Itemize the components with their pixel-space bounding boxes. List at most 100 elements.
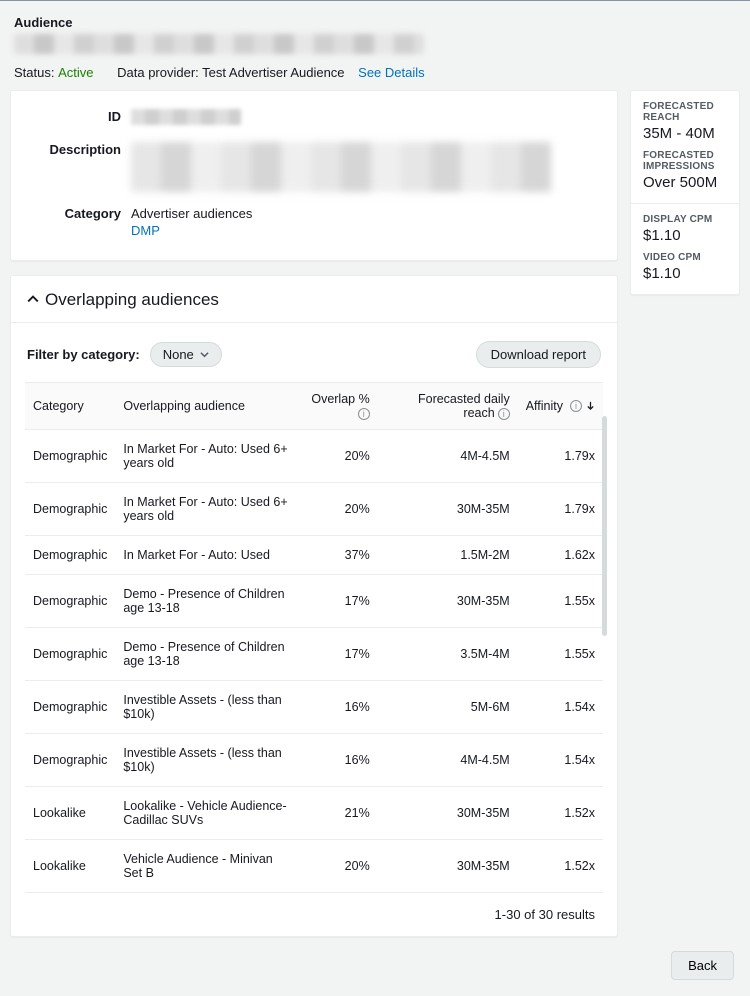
scrollbar[interactable] (602, 416, 607, 636)
cell-audience: In Market For - Auto: Used 6+ years old (115, 430, 297, 483)
audience-label: Audience (14, 15, 736, 30)
table-row[interactable]: DemographicIn Market For - Auto: Used37%… (25, 536, 603, 575)
cell-reach: 3.5M-4M (378, 628, 518, 681)
col-overlap[interactable]: Overlap %i (298, 383, 378, 430)
category-sub-link[interactable]: DMP (131, 223, 597, 238)
table-row[interactable]: DemographicDemo - Presence of Children a… (25, 628, 603, 681)
overlapping-audiences-card: Overlapping audiences Filter by category… (10, 275, 618, 937)
video-cpm-label: VIDEO CPM (643, 252, 727, 263)
cell-affinity: 1.54x (518, 681, 603, 734)
cell-overlap: 17% (298, 628, 378, 681)
col-category[interactable]: Category (25, 383, 115, 430)
cell-affinity: 1.79x (518, 483, 603, 536)
cell-category: Demographic (25, 536, 115, 575)
cell-reach: 30M-35M (378, 787, 518, 840)
cell-affinity: 1.52x (518, 787, 603, 840)
cell-overlap: 20% (298, 840, 378, 893)
info-icon: i (498, 408, 510, 420)
cell-reach: 4M-4.5M (378, 430, 518, 483)
cell-affinity: 1.55x (518, 575, 603, 628)
overlap-section-header[interactable]: Overlapping audiences (11, 276, 617, 323)
status-label: Status: (14, 65, 54, 80)
cell-category: Demographic (25, 483, 115, 536)
forecast-card: FORECASTED REACH 35M - 40M FORECASTED IM… (630, 90, 740, 295)
cell-audience: Demo - Presence of Children age 13-18 (115, 575, 297, 628)
audience-name-redacted (14, 34, 424, 54)
table-row[interactable]: DemographicIn Market For - Auto: Used 6+… (25, 430, 603, 483)
cell-category: Demographic (25, 681, 115, 734)
provider-label: Data provider: (117, 65, 199, 80)
description-redacted (131, 142, 551, 192)
cell-affinity: 1.62x (518, 536, 603, 575)
cell-overlap: 16% (298, 681, 378, 734)
cell-audience: Lookalike - Vehicle Audience- Cadillac S… (115, 787, 297, 840)
col-affinity[interactable]: Affinity i (518, 383, 603, 430)
cell-overlap: 20% (298, 483, 378, 536)
description-label: Description (31, 142, 131, 157)
filter-value: None (163, 347, 194, 362)
table-row[interactable]: DemographicDemo - Presence of Children a… (25, 575, 603, 628)
table-row[interactable]: LookalikeLookalike - Vehicle Audience- C… (25, 787, 603, 840)
table-row[interactable]: LookalikeVehicle Audience - Minivan Set … (25, 840, 603, 893)
results-count: 1-30 of 30 results (11, 893, 617, 922)
cell-reach: 30M-35M (378, 575, 518, 628)
forecast-impr-label: FORECASTED IMPRESSIONS (643, 150, 727, 172)
filter-label: Filter by category: (27, 347, 140, 362)
display-cpm-label: DISPLAY CPM (643, 214, 727, 225)
audience-info-card: ID Description Category Advertiser audie… (10, 90, 618, 261)
see-details-link[interactable]: See Details (358, 65, 424, 80)
cell-audience: Demo - Presence of Children age 13-18 (115, 628, 297, 681)
col-reach[interactable]: Forecasted daily reachi (378, 383, 518, 430)
display-cpm-value: $1.10 (643, 227, 727, 244)
cell-overlap: 17% (298, 575, 378, 628)
cell-affinity: 1.54x (518, 734, 603, 787)
cell-audience: Vehicle Audience - Minivan Set B (115, 840, 297, 893)
cell-affinity: 1.52x (518, 840, 603, 893)
cell-reach: 30M-35M (378, 483, 518, 536)
status-value: Active (58, 65, 93, 80)
cell-category: Demographic (25, 430, 115, 483)
cell-affinity: 1.79x (518, 430, 603, 483)
download-report-button[interactable]: Download report (476, 341, 601, 368)
col-audience[interactable]: Overlapping audience (115, 383, 297, 430)
cell-audience: Investible Assets - (less than $10k) (115, 734, 297, 787)
cell-overlap: 37% (298, 536, 378, 575)
chevron-up-icon (27, 290, 39, 310)
cell-reach: 5M-6M (378, 681, 518, 734)
table-row[interactable]: DemographicInvestible Assets - (less tha… (25, 734, 603, 787)
back-button[interactable]: Back (671, 951, 734, 980)
chevron-down-icon (200, 347, 209, 362)
cell-audience: In Market For - Auto: Used 6+ years old (115, 483, 297, 536)
table-row[interactable]: DemographicIn Market For - Auto: Used 6+… (25, 483, 603, 536)
forecast-impr-value: Over 500M (643, 174, 727, 191)
cell-audience: In Market For - Auto: Used (115, 536, 297, 575)
overlap-table: Category Overlapping audience Overlap %i… (25, 382, 603, 893)
cell-category: Demographic (25, 734, 115, 787)
cell-category: Lookalike (25, 787, 115, 840)
cell-category: Demographic (25, 575, 115, 628)
info-icon: i (358, 408, 370, 420)
cell-reach: 4M-4.5M (378, 734, 518, 787)
id-redacted (131, 109, 241, 125)
forecast-reach-value: 35M - 40M (643, 125, 727, 142)
video-cpm-value: $1.10 (643, 265, 727, 282)
id-label: ID (31, 109, 131, 124)
cell-category: Lookalike (25, 840, 115, 893)
cell-overlap: 16% (298, 734, 378, 787)
info-icon: i (570, 400, 582, 412)
forecast-reach-label: FORECASTED REACH (643, 101, 727, 123)
category-value: Advertiser audiences (131, 206, 597, 221)
table-row[interactable]: DemographicInvestible Assets - (less tha… (25, 681, 603, 734)
overlap-title: Overlapping audiences (45, 290, 219, 310)
cell-audience: Investible Assets - (less than $10k) (115, 681, 297, 734)
cell-overlap: 21% (298, 787, 378, 840)
cell-reach: 1.5M-2M (378, 536, 518, 575)
cell-category: Demographic (25, 628, 115, 681)
cell-overlap: 20% (298, 430, 378, 483)
sort-desc-icon (586, 399, 595, 413)
filter-category-dropdown[interactable]: None (150, 342, 222, 367)
provider-value: Test Advertiser Audience (202, 65, 344, 80)
cell-reach: 30M-35M (378, 840, 518, 893)
cell-affinity: 1.55x (518, 628, 603, 681)
category-label: Category (31, 206, 131, 221)
